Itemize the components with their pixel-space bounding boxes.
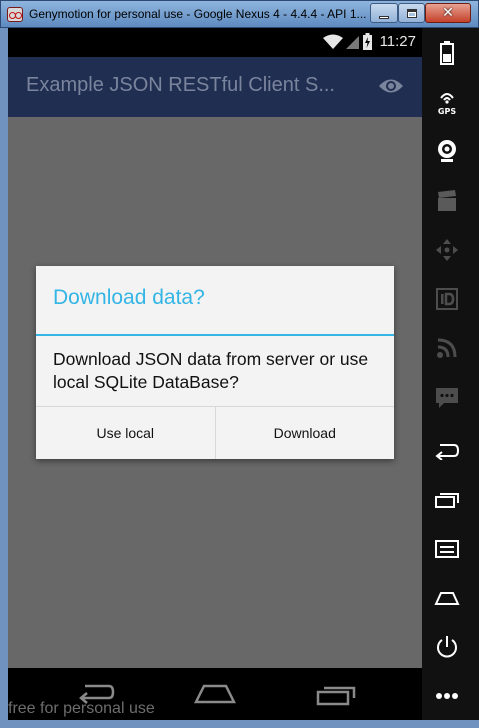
dialog-title: Download data?	[53, 286, 205, 309]
app-title: Example JSON RESTful Client S...	[26, 74, 335, 96]
close-button[interactable]: ✕	[425, 3, 471, 23]
android-screen: 11:27 Example JSON RESTful Client S... D…	[8, 28, 422, 668]
recent-apps-button[interactable]	[422, 480, 472, 520]
back-icon	[435, 444, 460, 460]
sms-button[interactable]	[422, 378, 472, 418]
dpad-button[interactable]	[422, 230, 472, 270]
clapperboard-icon	[438, 190, 456, 211]
power-button[interactable]	[422, 627, 472, 667]
gps-button[interactable]: GPS	[422, 83, 472, 123]
gps-label: GPS	[438, 107, 456, 116]
dialog-button-bar: Use local Download	[36, 406, 394, 459]
action-bar: Example JSON RESTful Client S...	[8, 57, 422, 117]
gps-icon: GPS	[438, 93, 456, 116]
more-button[interactable]	[422, 676, 472, 716]
status-bar: 11:27	[8, 28, 422, 57]
more-icon	[436, 693, 458, 699]
menu-button[interactable]	[422, 529, 472, 569]
id-icon	[436, 288, 458, 310]
personal-use-watermark: free for personal use	[8, 700, 155, 717]
recent-apps-icon	[435, 493, 459, 508]
network-button[interactable]	[422, 328, 472, 368]
download-button[interactable]: Download	[216, 407, 395, 459]
home-button[interactable]	[422, 578, 472, 618]
back-button[interactable]	[422, 431, 472, 471]
window-title: Genymotion for personal use - Google Nex…	[29, 7, 367, 21]
download-dialog: Download data? Download JSON data from s…	[36, 266, 394, 459]
window-frame-left	[0, 28, 8, 728]
battery-button[interactable]	[422, 33, 472, 73]
device-id-button[interactable]	[422, 279, 472, 319]
rss-icon	[437, 338, 457, 358]
dpad-icon	[436, 239, 458, 261]
maximize-button[interactable]	[398, 3, 425, 23]
dialog-title-divider	[36, 334, 394, 336]
status-time: 11:27	[379, 33, 416, 50]
battery-status-icon	[362, 33, 372, 50]
use-local-button[interactable]: Use local	[36, 407, 216, 459]
power-icon	[437, 636, 457, 658]
camera-button[interactable]	[422, 131, 472, 171]
minimize-button[interactable]	[370, 3, 398, 23]
window-frame-bottom	[0, 720, 479, 728]
home-icon	[434, 592, 460, 605]
minimize-icon	[379, 15, 389, 19]
battery-icon	[440, 41, 454, 65]
media-button[interactable]	[422, 181, 472, 221]
signal-icon	[345, 35, 359, 49]
eye-icon[interactable]	[378, 77, 404, 95]
maximize-icon	[406, 8, 417, 18]
sms-icon	[436, 388, 458, 408]
window-titlebar[interactable]: Genymotion for personal use - Google Nex…	[0, 0, 479, 28]
wifi-icon	[322, 34, 343, 49]
close-icon: ✕	[442, 5, 454, 21]
webcam-icon	[438, 140, 456, 162]
genymotion-app-icon	[7, 7, 23, 22]
dialog-message: Download JSON data from server or use lo…	[53, 349, 369, 392]
genymotion-toolbar: GPS	[422, 28, 479, 720]
nav-recents-icon[interactable]	[316, 682, 358, 706]
menu-icon	[435, 540, 459, 558]
nav-home-icon[interactable]	[194, 682, 236, 704]
